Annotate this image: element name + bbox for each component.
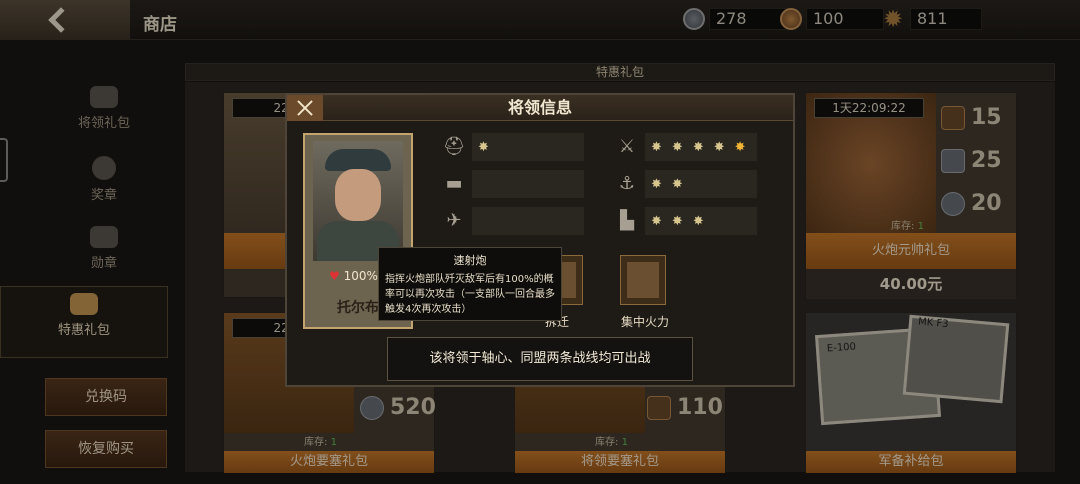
heart-icon: ♥ <box>329 269 340 283</box>
tank-icon: ▬ <box>445 173 463 194</box>
star-rating: ✸ ✸ ✸ <box>645 207 757 235</box>
skill-focus-fire[interactable] <box>620 255 666 305</box>
star-icon: ✸ <box>713 139 725 155</box>
star-icon: ✸ <box>478 139 489 155</box>
star-icon: ✸ <box>651 176 662 192</box>
infantry-helmet-icon: ⛑ <box>442 136 466 157</box>
star-icon: ✸ <box>671 176 683 192</box>
general-face <box>335 169 381 221</box>
star-icon: ✸ <box>671 213 683 229</box>
artillery-skill-icon <box>627 262 659 298</box>
star-rating <box>472 207 584 235</box>
tooltip-title: 速射炮 <box>453 254 487 267</box>
skill-row-navy: ⚓ ✸ ✸ <box>613 170 757 198</box>
close-button[interactable] <box>287 95 323 121</box>
star-icon: ✸ <box>651 139 662 155</box>
artillery-icon: ⚔ <box>618 136 636 157</box>
modal-title: 将领信息 <box>287 95 793 121</box>
tooltip-body: 指挥火炮部队歼灭敌军后有100%的概率可以再次攻击（一支部队一回合最多触发4次再… <box>385 274 555 315</box>
star-rating: ✸ <box>472 133 584 161</box>
star-rating <box>472 170 584 198</box>
star-icon: ✸ <box>651 213 662 229</box>
boot-icon: ▙ <box>620 210 634 231</box>
star-rating: ✸ ✸ <box>645 170 757 198</box>
skill-row-artillery: ⚔ ✸ ✸ ✸ ✸ ✸ <box>613 133 757 161</box>
officer-cap <box>325 149 391 171</box>
skill-label: 集中火力 <box>621 315 670 329</box>
star-icon: ✸ <box>692 139 704 155</box>
skill-row-air: ✈ <box>440 207 584 235</box>
loyalty-value: ♥ 100% <box>329 269 378 283</box>
skill-row-boot: ▙ ✸ ✸ ✸ <box>613 207 757 235</box>
skill-row-tank: ▬ <box>440 170 584 198</box>
star-icon: ✸ <box>671 139 683 155</box>
anchor-icon: ⚓ <box>618 173 636 194</box>
skill-row-infantry: ⛑ ✸ <box>440 133 584 161</box>
star-rating: ✸ ✸ ✸ ✸ ✸ <box>645 133 757 161</box>
skill-tooltip: 速射炮 指挥火炮部队歼灭敌军后有100%的概率可以再次攻击（一支部队一回合最多触… <box>378 247 562 321</box>
front-notice: 该将领于轴心、同盟两条战线均可出战 <box>387 337 693 381</box>
plane-icon: ✈ <box>446 210 462 231</box>
star-icon: ✸ <box>734 139 746 155</box>
general-photo <box>313 141 403 261</box>
star-icon: ✸ <box>692 213 704 229</box>
